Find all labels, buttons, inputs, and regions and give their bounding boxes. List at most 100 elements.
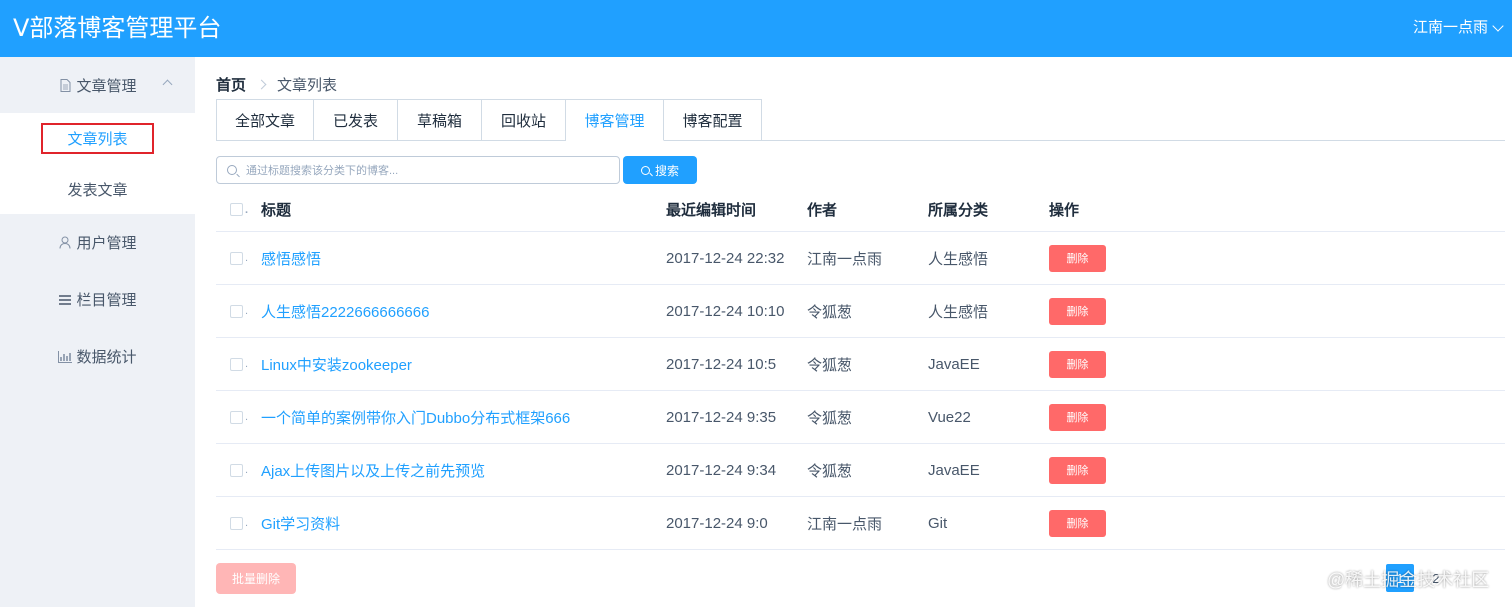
delete-button[interactable]: 删除 [1049, 509, 1106, 537]
article-time: 2017-12-24 9:35 [666, 408, 777, 426]
op-cell: 删除 [1049, 285, 1106, 337]
article-time: 2017-12-24 9:0 [666, 514, 768, 532]
menu-lines-icon [58, 293, 72, 307]
tab-published[interactable]: 已发表 [314, 99, 398, 141]
tab-drafts[interactable]: 草稿箱 [398, 99, 482, 141]
user-dropdown[interactable]: 江南一点雨 [1412, 18, 1504, 38]
search-button[interactable]: 搜索 [623, 156, 697, 184]
row-checkbox[interactable]: . [230, 285, 248, 337]
batch-delete-button[interactable]: 批量删除 [216, 563, 296, 594]
article-category: JavaEE [928, 461, 980, 479]
article-submenu: 文章列表 发表文章 [0, 113, 195, 214]
sidebar-group-label: 数据统计 [76, 349, 137, 366]
sidebar-item-label: 文章列表 [41, 122, 154, 154]
bar-chart-icon [58, 350, 73, 364]
chevron-up-icon [162, 79, 173, 90]
column-header-category: 所属分类 [928, 202, 989, 219]
tab-recycle-bin[interactable]: 回收站 [482, 99, 566, 141]
row-checkbox[interactable]: . [230, 497, 248, 549]
op-cell: 删除 [1049, 497, 1106, 549]
article-time: 2017-12-24 9:34 [666, 461, 777, 479]
article-category: JavaEE [928, 355, 980, 373]
article-title-link[interactable]: Linux中安装zookeeper [261, 338, 412, 390]
row-checkbox[interactable]: . [230, 391, 248, 443]
sidebar-item-publish-article[interactable]: 发表文章 [0, 164, 195, 214]
chevron-down-icon [1492, 19, 1504, 32]
row-checkbox[interactable]: . [230, 338, 248, 390]
article-category: 人生感悟 [928, 303, 989, 321]
article-category: Git [928, 514, 948, 532]
search-icon [227, 165, 237, 175]
op-cell: 删除 [1049, 338, 1106, 390]
sidebar-group-label: 栏目管理 [76, 292, 137, 309]
op-cell: 删除 [1049, 232, 1106, 284]
article-title-link[interactable]: 人生感悟2222666666666 [261, 285, 429, 337]
article-title-link[interactable]: Git学习资料 [261, 497, 340, 549]
article-title-link[interactable]: 一个简单的案例带你入门Dubbo分布式框架666 [261, 391, 570, 443]
chevron-right-icon [256, 79, 267, 90]
article-title-link[interactable]: 感悟感悟 [261, 232, 321, 284]
table-row: . Ajax上传图片以及上传之前先预览 2017-12-24 9:34 令狐葱 … [216, 444, 1505, 497]
column-header-ops: 操作 [1049, 202, 1080, 219]
article-author: 令狐葱 [807, 462, 853, 480]
tab-bar: 全部文章 已发表 草稿箱 回收站 博客管理 博客配置 [216, 99, 1505, 141]
search-icon [640, 165, 650, 175]
row-checkbox[interactable]: . [230, 444, 248, 496]
article-category: Vue22 [928, 408, 971, 426]
column-header-title: 标题 [261, 202, 292, 219]
sidebar-item-label: 发表文章 [67, 181, 128, 199]
table-row: . 一个简单的案例带你入门Dubbo分布式框架666 2017-12-24 9:… [216, 391, 1505, 444]
select-all-checkbox[interactable]: . [230, 188, 248, 231]
article-author: 江南一点雨 [807, 250, 883, 268]
article-time: 2017-12-24 10:5 [666, 355, 777, 373]
sidebar-group-label: 用户管理 [76, 235, 137, 252]
table-row: . 人生感悟2222666666666 2017-12-24 10:10 令狐葱… [216, 285, 1505, 338]
sidebar: 文章管理 文章列表 发表文章 用户管理 栏目管理 数据统计 [0, 57, 195, 607]
table-header-row: . 标题 最近编辑时间 作者 所属分类 操作 [216, 188, 1505, 232]
breadcrumb-current: 文章列表 [277, 77, 338, 94]
sidebar-group-columns[interactable]: 栏目管理 [0, 271, 195, 328]
op-cell: 删除 [1049, 391, 1106, 443]
article-author: 令狐葱 [807, 356, 853, 374]
sidebar-group-users[interactable]: 用户管理 [0, 214, 195, 271]
tab-blog-config[interactable]: 博客配置 [664, 99, 762, 141]
column-header-time: 最近编辑时间 [666, 202, 757, 219]
row-checkbox[interactable]: . [230, 232, 248, 284]
delete-button[interactable]: 删除 [1049, 297, 1106, 325]
article-title-link[interactable]: Ajax上传图片以及上传之前先预览 [261, 444, 485, 496]
article-table: . 标题 最近编辑时间 作者 所属分类 操作 . 感悟感悟 2017-12-24… [216, 188, 1505, 550]
app-title: V部落博客管理平台 [13, 14, 222, 42]
column-header-author: 作者 [807, 202, 838, 219]
top-header: V部落博客管理平台 江南一点雨 [0, 0, 1512, 57]
tab-blog-management[interactable]: 博客管理 [566, 99, 664, 141]
delete-button[interactable]: 删除 [1049, 244, 1106, 272]
breadcrumb: 首页 文章列表 [216, 74, 337, 95]
document-icon [58, 79, 72, 93]
sidebar-group-label: 文章管理 [76, 78, 137, 95]
breadcrumb-home[interactable]: 首页 [216, 74, 246, 95]
watermark-text: @稀土掘金技术社区 [1327, 570, 1490, 590]
sidebar-item-article-list[interactable]: 文章列表 [0, 113, 195, 163]
article-category: 人生感悟 [928, 250, 989, 268]
table-row: . Linux中安装zookeeper 2017-12-24 10:5 令狐葱 … [216, 338, 1505, 391]
table-row: . 感悟感悟 2017-12-24 22:32 江南一点雨 人生感悟 删除 [216, 232, 1505, 285]
article-author: 令狐葱 [807, 303, 853, 321]
search-placeholder: 通过标题搜索该分类下的博客... [246, 165, 399, 177]
delete-button[interactable]: 删除 [1049, 350, 1106, 378]
search-button-label: 搜索 [654, 163, 679, 178]
op-cell: 删除 [1049, 444, 1106, 496]
article-author: 江南一点雨 [807, 515, 883, 533]
delete-button[interactable]: 删除 [1049, 456, 1106, 484]
tab-all-articles[interactable]: 全部文章 [216, 99, 314, 141]
sidebar-group-articles[interactable]: 文章管理 [0, 57, 195, 114]
table-row: . Git学习资料 2017-12-24 9:0 江南一点雨 Git 删除 [216, 497, 1505, 550]
article-time: 2017-12-24 22:32 [666, 249, 785, 267]
user-name: 江南一点雨 [1412, 19, 1488, 36]
sidebar-group-stats[interactable]: 数据统计 [0, 328, 195, 385]
delete-button[interactable]: 删除 [1049, 403, 1106, 431]
search-input[interactable]: 通过标题搜索该分类下的博客... [216, 156, 620, 184]
article-author: 令狐葱 [807, 409, 853, 427]
main-content: 首页 文章列表 全部文章 已发表 草稿箱 回收站 博客管理 博客配置 通过标题搜… [195, 57, 1512, 607]
user-icon [58, 236, 72, 250]
article-time: 2017-12-24 10:10 [666, 302, 785, 320]
